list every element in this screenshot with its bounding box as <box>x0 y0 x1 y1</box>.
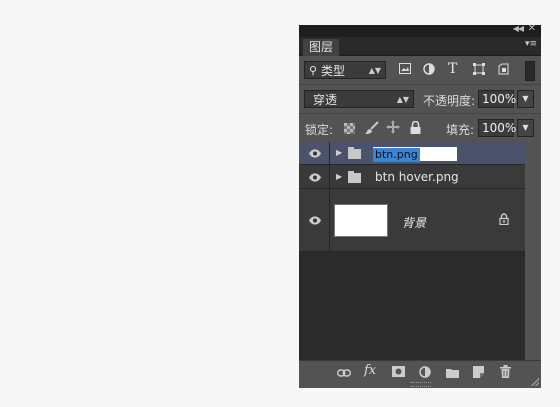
lock-label: 锁定: <box>305 123 334 137</box>
layer-thumbnail <box>334 204 388 237</box>
eye-icon <box>309 149 321 158</box>
adjustment-icon[interactable] <box>419 366 431 381</box>
blend-row: 穿透 ▲▼ 不透明度: 100% ▼ <box>299 84 541 113</box>
adjustment-filter-icon[interactable] <box>423 63 435 78</box>
updown-arrow-icon: ▲▼ <box>396 95 409 104</box>
blend-mode-value: 穿透 <box>313 93 338 107</box>
opacity-dropdown-button[interactable]: ▼ <box>517 90 534 108</box>
collapse-icon[interactable]: ◀◀ <box>513 24 524 33</box>
folder-icon <box>348 171 361 183</box>
layer-row-btn-hover[interactable]: ▶ btn hover.png <box>299 165 525 189</box>
link-icon[interactable] <box>336 367 352 381</box>
layers-scrollbar[interactable] <box>525 142 541 360</box>
visibility-toggle[interactable] <box>299 142 330 164</box>
lock-icon <box>499 213 509 228</box>
visibility-toggle[interactable] <box>299 165 330 188</box>
filter-toggle-switch[interactable] <box>525 61 535 81</box>
fx-icon[interactable]: fx <box>364 363 376 378</box>
search-icon: ⚲ <box>309 64 318 77</box>
folder-icon <box>348 147 361 159</box>
mask-icon[interactable] <box>392 366 405 380</box>
layer-name: btn hover.png <box>375 170 459 184</box>
visibility-toggle[interactable] <box>299 189 330 251</box>
filter-row: ⚲ 类型 ▲▼ T <box>299 56 541 84</box>
bottom-toolbar: fx <box>299 360 541 388</box>
fill-dropdown-button[interactable]: ▼ <box>517 119 534 137</box>
type-filter-icon[interactable]: T <box>448 61 457 77</box>
new-layer-icon[interactable] <box>473 366 484 381</box>
shape-filter-icon[interactable] <box>473 63 485 78</box>
filter-kind-select[interactable]: ⚲ 类型 ▲▼ <box>304 61 386 79</box>
eye-icon <box>309 216 321 225</box>
opacity-input[interactable]: 100% <box>478 90 516 108</box>
image-filter-icon[interactable] <box>399 63 411 77</box>
layer-rename-input[interactable]: btn.png <box>373 147 457 162</box>
updown-arrow-icon: ▲▼ <box>368 66 381 75</box>
opacity-label: 不透明度: <box>423 94 476 108</box>
panel-menu-icon[interactable]: ▾≡ <box>525 39 537 49</box>
new-group-icon[interactable] <box>446 367 459 381</box>
fill-input[interactable]: 100% <box>478 119 516 137</box>
blend-mode-select[interactable]: 穿透 ▲▼ <box>304 90 414 108</box>
lock-transparent-icon[interactable] <box>344 123 355 137</box>
layer-row-btn[interactable]: ▶ btn.png <box>299 142 525 165</box>
layer-row-background[interactable]: 背景 <box>299 189 525 252</box>
resize-grip[interactable] <box>411 382 431 387</box>
lock-all-icon[interactable] <box>410 120 421 137</box>
layers-panel: ◀◀ ✕ 图层 ▾≡ ⚲ 类型 ▲▼ T 穿透 ▲▼ 不透明度: 100% ▼ … <box>299 23 541 388</box>
filter-kind-value: 类型 <box>321 64 346 78</box>
trash-icon[interactable] <box>500 365 511 381</box>
expand-triangle-icon[interactable]: ▶ <box>336 172 342 181</box>
layer-name-selected-text: btn.png <box>373 148 420 162</box>
close-icon[interactable]: ✕ <box>528 23 536 34</box>
layers-list: ▶ btn.png ▶ btn hover.png 背景 <box>299 142 525 360</box>
panel-titlebar: ◀◀ ✕ <box>299 23 541 37</box>
lock-row: 锁定: 填充: 100% ▼ <box>299 113 541 142</box>
resize-corner-icon[interactable] <box>531 378 539 386</box>
tab-row: 图层 ▾≡ <box>299 37 541 56</box>
lock-pixels-brush-icon[interactable] <box>365 121 379 138</box>
layer-name: 背景 <box>402 216 427 230</box>
smart-object-filter-icon[interactable] <box>498 63 509 78</box>
fill-label: 填充: <box>446 123 475 137</box>
expand-triangle-icon[interactable]: ▶ <box>336 148 342 157</box>
eye-icon <box>309 173 321 182</box>
lock-position-move-icon[interactable] <box>386 120 400 137</box>
tab-layers[interactable]: 图层 <box>302 38 341 56</box>
